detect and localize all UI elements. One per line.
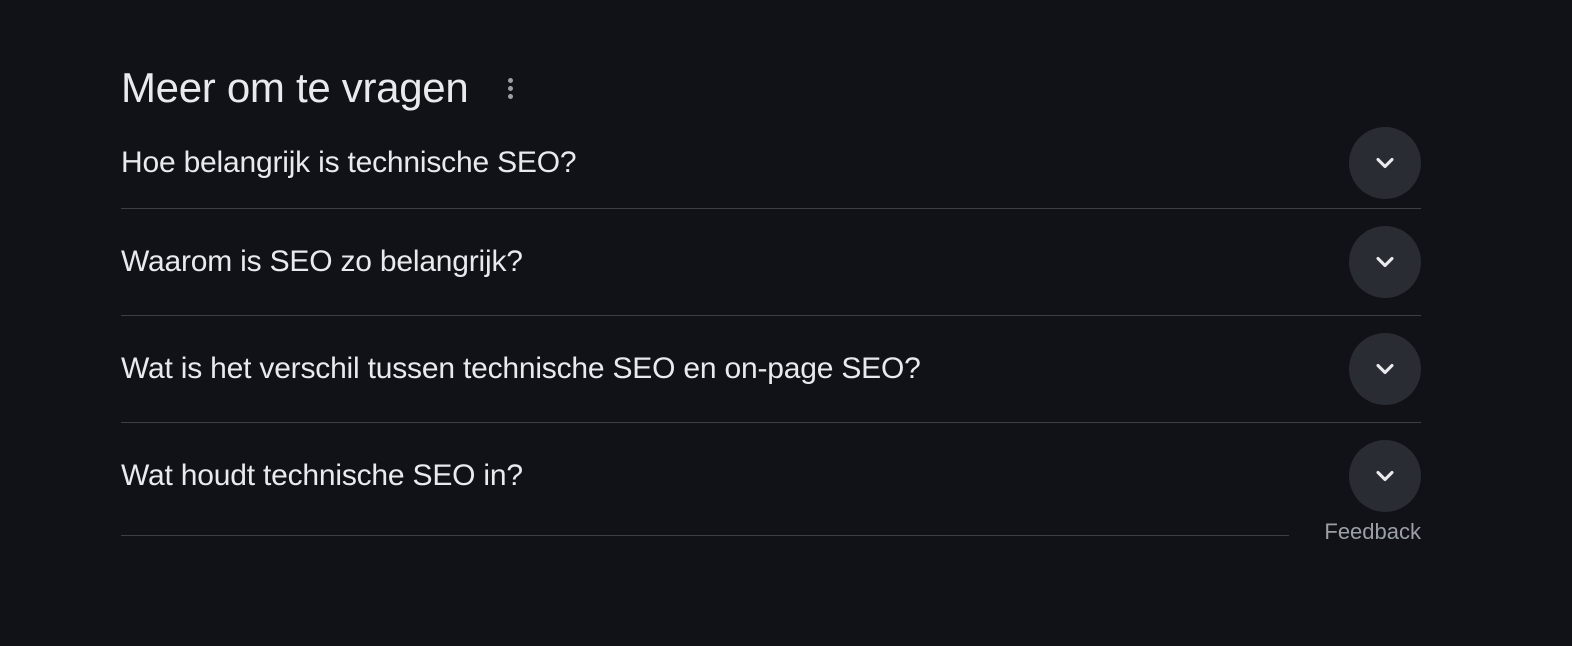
feedback-link[interactable]: Feedback bbox=[1324, 519, 1421, 545]
question-text: Waarom is SEO zo belangrijk? bbox=[121, 245, 523, 278]
question-list: Hoe belangrijk is technische SEO? Waarom… bbox=[121, 118, 1421, 529]
expand-button[interactable] bbox=[1349, 226, 1421, 298]
expand-button[interactable] bbox=[1349, 333, 1421, 405]
chevron-down-icon bbox=[1376, 363, 1394, 375]
more-vert-icon-dot bbox=[507, 93, 513, 99]
section-title: Meer om te vragen bbox=[121, 64, 469, 111]
question-item[interactable]: Waarom is SEO zo belangrijk? bbox=[121, 209, 1421, 316]
question-item[interactable]: Hoe belangrijk is technische SEO? bbox=[121, 118, 1421, 209]
expand-button[interactable] bbox=[1349, 127, 1421, 199]
more-options-button[interactable] bbox=[494, 68, 526, 108]
divider bbox=[121, 535, 1289, 536]
question-item[interactable]: Wat is het verschil tussen technische SE… bbox=[121, 316, 1421, 423]
people-also-ask-section: Meer om te vragen Hoe belangrijk is tech… bbox=[121, 60, 1421, 544]
section-header: Meer om te vragen bbox=[121, 60, 1421, 116]
more-vert-icon-dot bbox=[507, 85, 513, 91]
question-text: Hoe belangrijk is technische SEO? bbox=[121, 146, 577, 179]
question-text: Wat is het verschil tussen technische SE… bbox=[121, 352, 921, 385]
section-footer: Feedback bbox=[121, 477, 1421, 544]
chevron-down-icon bbox=[1376, 157, 1394, 169]
more-vert-icon bbox=[507, 77, 513, 83]
chevron-down-icon bbox=[1376, 256, 1394, 268]
